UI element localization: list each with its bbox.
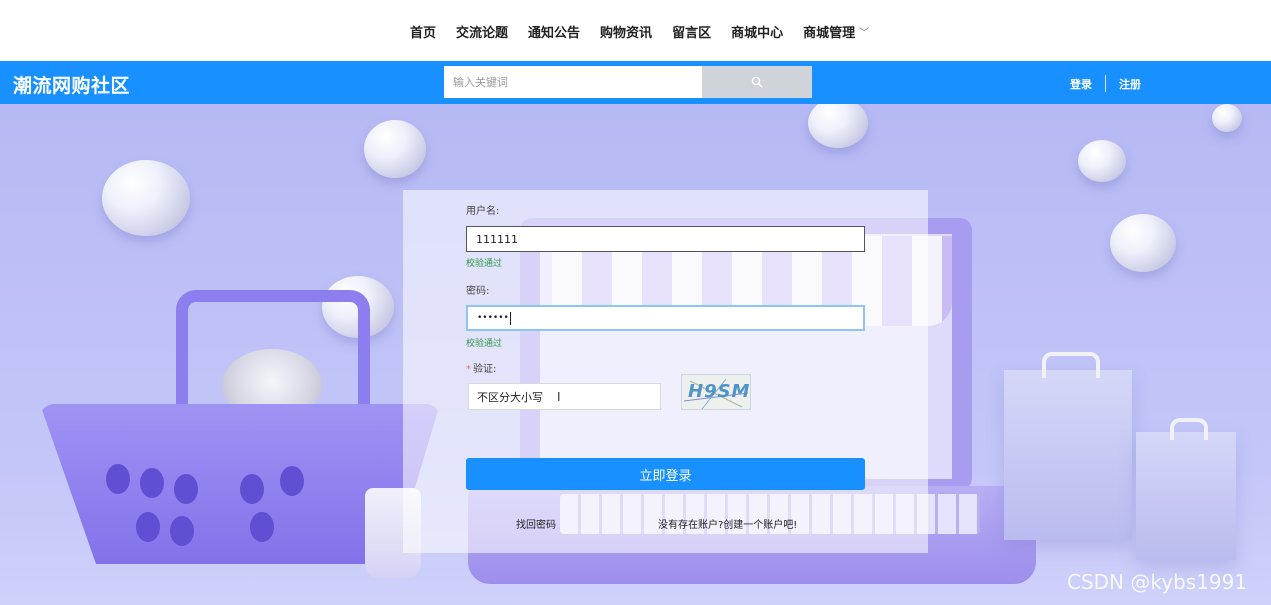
shopping-bag-illustration: [1004, 370, 1132, 540]
captcha-input[interactable]: 不区分大小写 I: [468, 383, 661, 410]
basket-hole: [106, 464, 130, 494]
decor-sphere: [102, 160, 190, 236]
top-navigation: 首页 交流论题 通知公告 购物资讯 留言区 商城中心 商城管理 ﹀: [0, 0, 1271, 61]
username-validation-message: 校验通过: [466, 259, 503, 269]
basket-hole: [280, 466, 304, 496]
header-bar: 潮流网购社区 登录 注册: [0, 61, 1271, 104]
basket-hole: [136, 512, 160, 542]
captcha-image[interactable]: H9SM: [681, 374, 751, 410]
captcha-glyphs: H9SM: [683, 378, 750, 409]
nav-item-label: 商城中心: [731, 26, 784, 41]
nav-menu: 首页 交流论题 通知公告 购物资讯 留言区 商城中心 商城管理 ﹀: [410, 22, 889, 41]
nav-item-label: 首页: [410, 26, 437, 41]
nav-item-notices[interactable]: 通知公告: [528, 22, 580, 41]
basket-hole: [174, 474, 198, 504]
text-caret: [509, 311, 511, 325]
login-form: 用户名: 111111 校验通过 密码: •••••• 校验通过 * 验证: 不区…: [403, 190, 928, 553]
nav-item-home[interactable]: 首页: [410, 22, 436, 41]
search-icon: [751, 76, 763, 88]
shopping-bag-illustration: [1136, 432, 1236, 560]
search-bar: [444, 66, 812, 98]
site-brand[interactable]: 潮流网购社区: [13, 71, 130, 98]
divider: [1105, 75, 1106, 92]
decor-sphere: [808, 104, 868, 148]
nav-item-label: 商城管理: [803, 26, 856, 41]
basket-hole: [240, 474, 264, 504]
login-link[interactable]: 登录: [1070, 76, 1092, 92]
login-submit-button[interactable]: 立即登录: [466, 458, 865, 490]
nav-item-label: 通知公告: [528, 26, 581, 41]
captcha-label-text: 验证:: [473, 364, 497, 375]
auth-links: 登录 注册: [1070, 75, 1141, 92]
text-cursor-icon: I: [557, 389, 561, 404]
captcha-label: * 验证:: [466, 360, 496, 375]
decor-sphere: [1110, 214, 1176, 272]
password-validation-message: 校验通过: [466, 339, 503, 349]
username-label: 用户名:: [466, 206, 500, 217]
create-account-link[interactable]: 没有存在账户?创建一个账户吧!: [658, 516, 797, 531]
nav-item-shopping-news[interactable]: 购物资讯: [600, 22, 652, 41]
decor-sphere: [1212, 104, 1242, 132]
search-input[interactable]: [444, 66, 702, 98]
captcha-input-value: 不区分大小写: [477, 390, 543, 404]
nav-item-label: 购物资讯: [600, 26, 653, 41]
captcha-text: H9SM: [688, 381, 750, 402]
search-button[interactable]: [702, 66, 812, 98]
password-field[interactable]: ••••••: [466, 305, 865, 331]
basket-hole: [250, 512, 274, 542]
required-mark: *: [466, 364, 471, 375]
nav-item-forum[interactable]: 交流论题: [456, 22, 508, 41]
watermark: CSDN @kybs1991: [1067, 570, 1248, 594]
decor-sphere: [1078, 140, 1126, 182]
basket-hole: [170, 516, 194, 546]
password-value: ••••••: [477, 313, 509, 323]
basket-hole: [140, 468, 164, 498]
shopping-bag-handle: [1042, 352, 1100, 378]
username-value: 111111: [476, 232, 518, 246]
nav-item-label: 留言区: [672, 26, 712, 41]
register-link[interactable]: 注册: [1119, 76, 1141, 92]
username-field[interactable]: 111111: [466, 226, 865, 252]
nav-item-label: 交流论题: [456, 26, 509, 41]
forgot-password-link[interactable]: 找回密码: [516, 516, 556, 531]
decor-sphere: [364, 120, 426, 178]
shopping-bag-handle: [1170, 418, 1208, 440]
nav-item-mall-management[interactable]: 商城管理 ﹀: [803, 22, 869, 41]
nav-item-mall-center[interactable]: 商城中心: [731, 22, 783, 41]
nav-item-messages[interactable]: 留言区: [672, 22, 711, 41]
chevron-down-icon: ﹀: [859, 28, 870, 39]
password-label: 密码:: [466, 286, 490, 297]
